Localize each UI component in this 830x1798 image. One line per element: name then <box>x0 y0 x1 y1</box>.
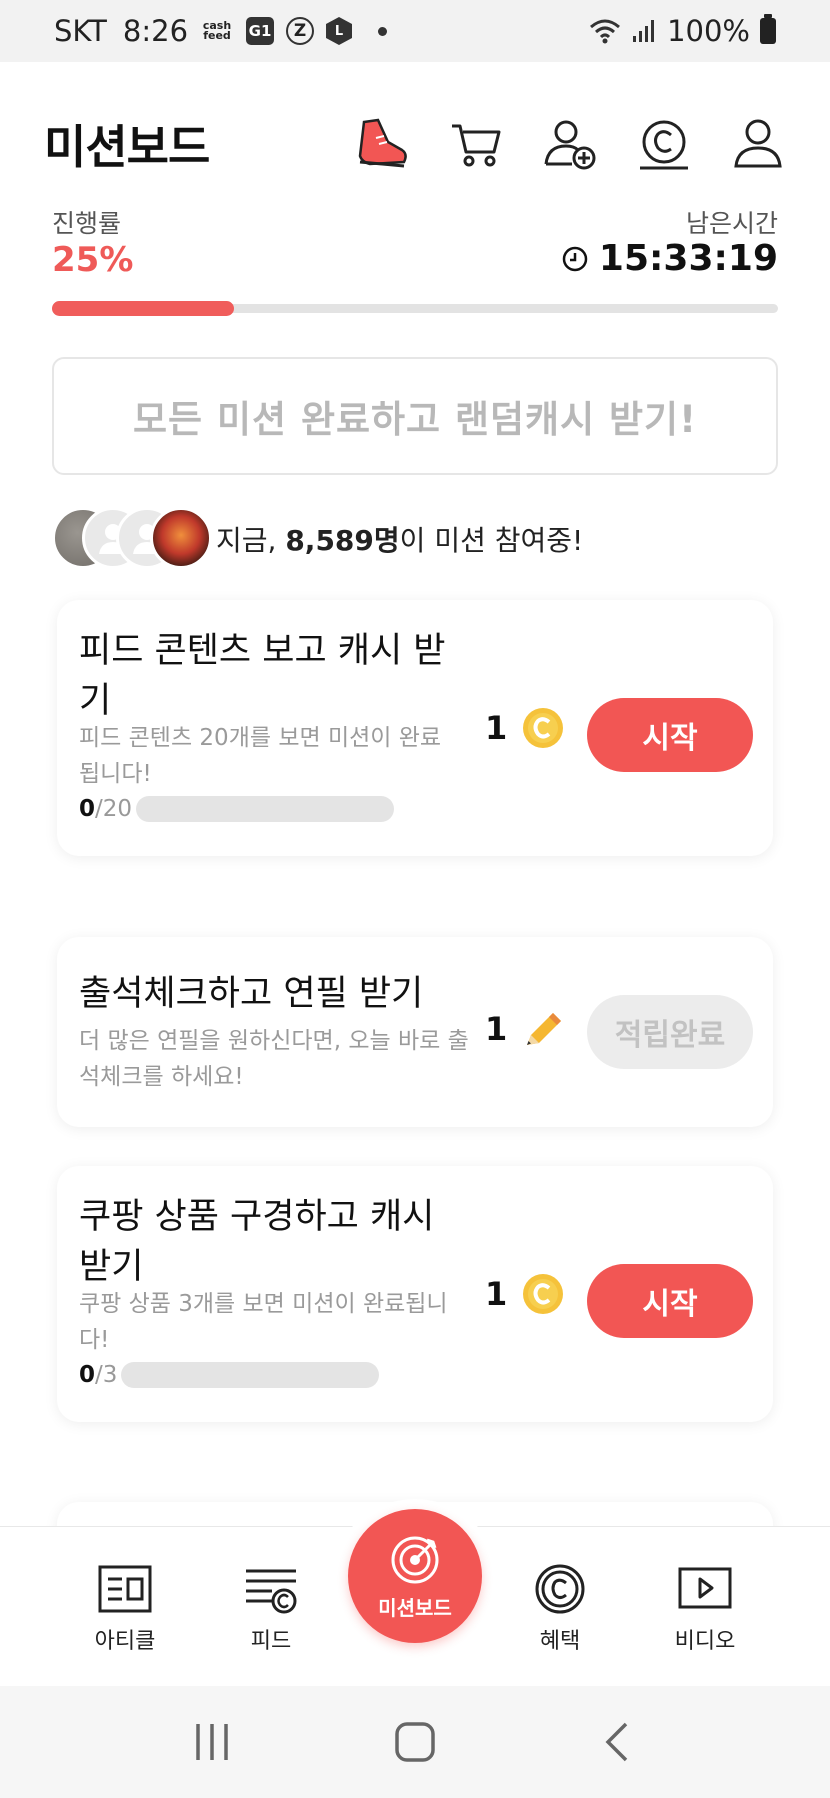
back-icon <box>605 1722 628 1762</box>
target-icon <box>391 1536 439 1583</box>
mission-card-feed: 피드 콘텐츠 보고 캐시 받기 피드 콘텐츠 20개를 보면 미션이 완료됩니다… <box>57 600 773 856</box>
mission-reward: 1 <box>485 1007 565 1051</box>
home-icon <box>395 1722 435 1762</box>
cash-coin-icon[interactable] <box>636 116 692 172</box>
l-app-icon: L <box>326 17 353 45</box>
wifi-icon <box>590 19 621 44</box>
bottom-nav: 아티클 피드 미션보드 혜택 비디오 <box>0 1499 830 1686</box>
battery-percent: 100% <box>667 14 750 48</box>
app-content: 미션보드 진행률 25% 남은시간 15:33:19 모든 미션 완료하고 랜덤… <box>0 62 830 1562</box>
mission-progress-bar <box>136 796 395 822</box>
progress-label: 진행률 <box>52 209 122 238</box>
battery-icon <box>760 14 776 44</box>
status-bar: SKT 8:26 cash feed G1 Z L 100% <box>0 0 830 62</box>
system-nav-bar <box>0 1686 830 1798</box>
clock: 8:26 <box>122 14 189 48</box>
nav-missionboard[interactable]: 미션보드 <box>348 1509 482 1643</box>
participant-avatars <box>52 507 212 571</box>
profile-icon[interactable] <box>730 116 786 172</box>
article-icon <box>98 1565 152 1613</box>
pencil-icon <box>527 1013 562 1045</box>
mission-progress: 0/20 <box>79 796 395 822</box>
app-header: 미션보드 <box>44 102 786 186</box>
video-icon <box>678 1567 732 1609</box>
cashfeed-icon: cash feed <box>202 19 232 42</box>
remaining-time-label: 남은시간 <box>685 209 778 238</box>
nav-benefit[interactable]: 혜택 <box>505 1563 615 1655</box>
completed-button[interactable]: 적립완료 <box>587 995 753 1069</box>
nav-feed[interactable]: 피드 <box>216 1563 326 1655</box>
mission-description: 더 많은 연필을 원하신다면, 오늘 바로 출석체크를 하세요! <box>79 1028 469 1090</box>
nav-video[interactable]: 비디오 <box>650 1563 760 1655</box>
nav-feed-label: 피드 <box>250 1629 292 1654</box>
participants-row: 지금, 8,589명이 미션 참여중! <box>52 507 583 571</box>
start-button[interactable]: 시작 <box>587 1264 753 1338</box>
participants-text: 지금, 8,589명이 미션 참여중! <box>216 524 584 557</box>
nav-article[interactable]: 아티클 <box>70 1563 180 1655</box>
mission-title: 출석체크하고 연필 받기 <box>79 974 424 1014</box>
cart-icon[interactable] <box>448 116 504 172</box>
mission-title: 쿠팡 상품 구경하고 캐시받기 <box>79 1197 435 1287</box>
nav-missionboard-label: 미션보드 <box>378 1595 452 1620</box>
avatar <box>150 507 212 569</box>
mission-description: 쿠팡 상품 3개를 보면 미션이 완료됩니다! <box>79 1291 448 1353</box>
carrier: SKT <box>54 14 107 48</box>
notification-dot-icon <box>378 26 388 36</box>
shoe-icon[interactable] <box>354 116 410 172</box>
progress-value: 25% <box>52 240 134 280</box>
mission-progress: 0/3 <box>79 1362 380 1388</box>
start-button[interactable]: 시작 <box>587 698 753 772</box>
progress-bar-fill <box>52 301 234 316</box>
mission-card-attendance: 출석체크하고 연필 받기 더 많은 연필을 원하신다면, 오늘 바로 출석체크를… <box>57 937 773 1127</box>
nav-benefit-label: 혜택 <box>539 1629 581 1654</box>
coin-icon <box>523 708 564 748</box>
signal-icon <box>633 20 655 42</box>
progress-bar <box>52 301 778 316</box>
recent-apps-button[interactable] <box>182 1712 242 1772</box>
remaining-time-value: 15:33:19 <box>598 238 778 279</box>
benefit-coin-icon <box>535 1564 585 1614</box>
clock-icon <box>562 246 588 271</box>
back-button[interactable] <box>588 1712 648 1772</box>
participants-count: 8,589명 <box>285 524 400 557</box>
recent-apps-icon <box>195 1724 228 1760</box>
z-app-icon: Z <box>286 17 315 45</box>
mission-card-coupang: 쿠팡 상품 구경하고 캐시받기 쿠팡 상품 3개를 보면 미션이 완료됩니다! … <box>57 1166 773 1422</box>
mission-reward: 1 <box>485 1272 565 1316</box>
page-title: 미션보드 <box>44 120 210 174</box>
home-button[interactable] <box>385 1712 445 1772</box>
mission-progress-bar <box>121 1362 380 1388</box>
add-friend-icon[interactable] <box>542 116 598 172</box>
coin-icon <box>523 1274 564 1314</box>
g1-app-icon: G1 <box>246 17 275 45</box>
feed-icon <box>246 1569 297 1614</box>
nav-video-label: 비디오 <box>674 1629 736 1654</box>
mission-description: 피드 콘텐츠 20개를 보면 미션이 완료됩니다! <box>79 725 442 787</box>
mission-reward: 1 <box>485 706 565 750</box>
random-cash-button[interactable]: 모든 미션 완료하고 랜덤캐시 받기! <box>52 357 778 475</box>
nav-article-label: 아티클 <box>94 1629 156 1654</box>
mission-title: 피드 콘텐츠 보고 캐시 받기 <box>79 631 446 721</box>
